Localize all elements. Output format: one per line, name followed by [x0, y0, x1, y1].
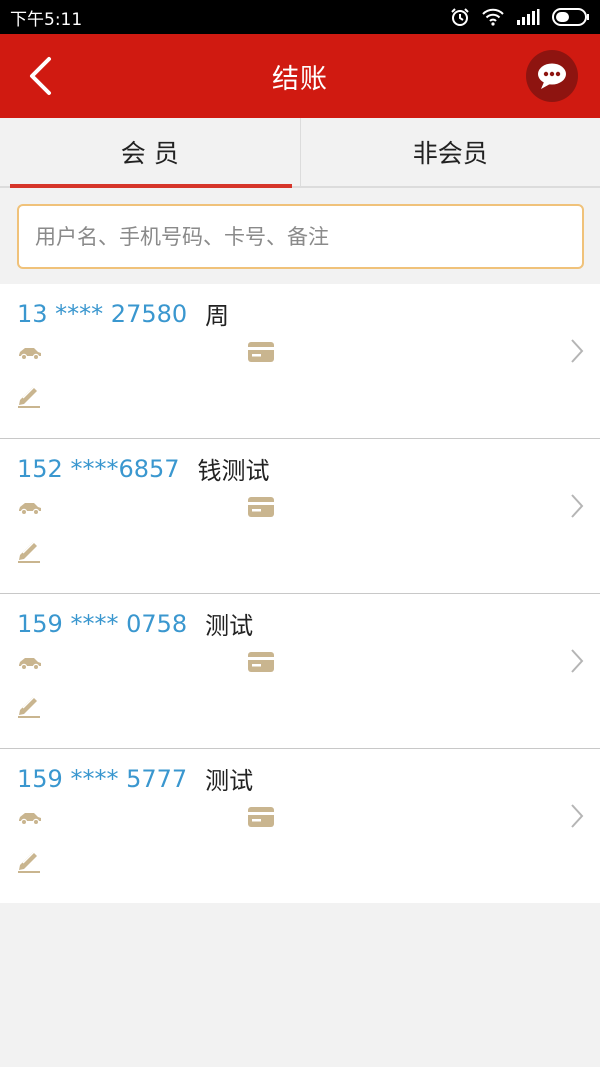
- pencil-icon: [18, 695, 40, 718]
- chevron-right-icon: [571, 804, 584, 828]
- member-name: 测试: [205, 767, 254, 795]
- member-header: 13 **** 27580 周: [17, 296, 229, 331]
- member-list: 13 **** 27580 周 152 ****6857 钱测试 159 ***…: [0, 284, 600, 903]
- chat-bubble-icon: [538, 63, 566, 89]
- status-icons: [450, 7, 590, 27]
- member-name: 周: [205, 302, 230, 330]
- member-phone: 13 **** 27580: [17, 299, 188, 328]
- pencil-icon: [18, 385, 40, 408]
- member-header: 152 ****6857 钱测试: [17, 451, 270, 486]
- list-item[interactable]: 159 **** 0758 测试: [0, 594, 600, 749]
- tab-member-label: 会 员: [120, 139, 179, 168]
- card-icon: [248, 342, 274, 362]
- card-icon: [248, 807, 274, 827]
- member-phone: 152 ****6857: [17, 454, 180, 483]
- member-header: 159 **** 5777 测试: [17, 761, 253, 796]
- pencil-icon: [18, 540, 40, 563]
- status-bar: 下午5:11: [0, 0, 600, 34]
- member-phone: 159 **** 0758: [17, 609, 188, 638]
- member-phone: 159 **** 5777: [17, 764, 188, 793]
- chevron-right-icon: [571, 649, 584, 673]
- tab-non-member[interactable]: 非会员: [299, 118, 600, 186]
- tab-non-member-label: 非会员: [412, 139, 488, 168]
- car-icon: [19, 658, 41, 670]
- member-header: 159 **** 0758 测试: [17, 606, 253, 641]
- list-item[interactable]: 159 **** 5777 测试: [0, 749, 600, 903]
- chevron-right-icon: [571, 494, 584, 518]
- list-item[interactable]: 13 **** 27580 周: [0, 284, 600, 439]
- chevron-left-icon: [30, 57, 51, 95]
- alarm-icon: [451, 8, 469, 26]
- list-item[interactable]: 152 ****6857 钱测试: [0, 439, 600, 594]
- battery-icon: [552, 8, 589, 26]
- back-button[interactable]: [20, 54, 60, 98]
- search-box: [17, 204, 584, 269]
- car-icon: [19, 503, 41, 515]
- chevron-right-icon: [571, 339, 584, 363]
- wifi-icon: [482, 8, 504, 26]
- pencil-icon: [18, 850, 40, 873]
- status-time: 下午5:11: [10, 9, 83, 30]
- card-icon: [248, 497, 274, 517]
- chat-button[interactable]: [526, 50, 578, 102]
- page-title: 结账: [272, 63, 328, 95]
- card-icon: [248, 652, 274, 672]
- member-name: 测试: [205, 612, 254, 640]
- car-icon: [19, 813, 41, 825]
- car-icon: [19, 348, 41, 360]
- search-input[interactable]: [17, 204, 584, 269]
- header-bar: 结账: [0, 34, 600, 118]
- member-name: 钱测试: [197, 457, 270, 485]
- member-tabs: 会 员 非会员: [0, 118, 600, 188]
- tab-member[interactable]: 会 员: [0, 118, 300, 188]
- signal-icon: [517, 9, 540, 25]
